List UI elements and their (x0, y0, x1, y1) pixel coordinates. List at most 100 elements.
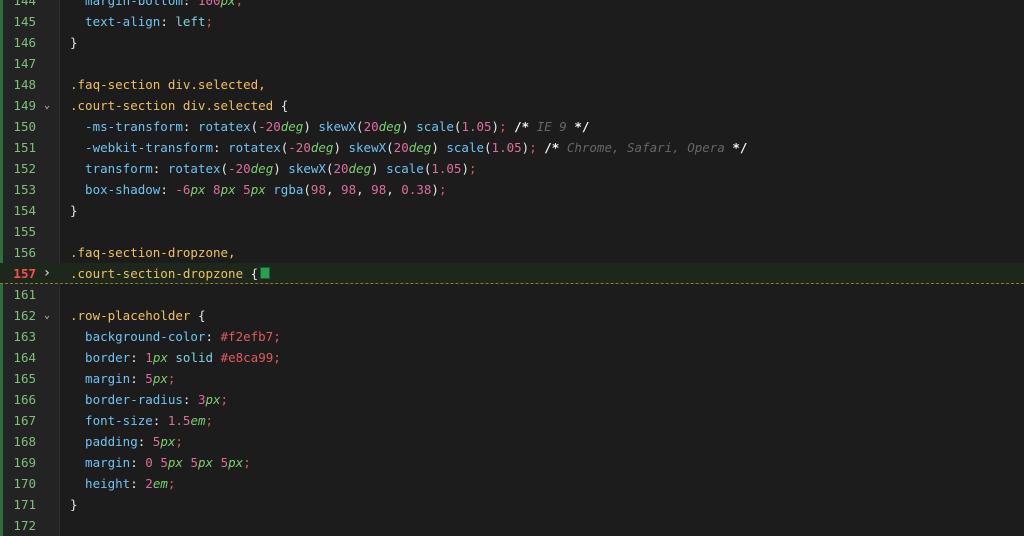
line-number: 144 (13, 0, 36, 8)
code-line[interactable]: 165 margin: 5px; (0, 368, 1024, 389)
code-text[interactable]: } (70, 494, 78, 515)
code-text[interactable]: .court-section div.selected { (70, 95, 288, 116)
code-token: px (152, 350, 168, 365)
code-line[interactable]: 148 .faq-section div.selected, (0, 74, 1024, 95)
code-token: 5 (220, 455, 229, 470)
code-text[interactable]: margin: 5px; (70, 368, 175, 389)
code-token: 98 (341, 182, 357, 197)
code-text[interactable]: text-align: left; (70, 11, 213, 32)
code-token: -6 (175, 182, 191, 197)
code-token: ( (484, 140, 492, 155)
code-line[interactable]: 150 -ms-transform: rotatex(-20deg) skewX… (0, 116, 1024, 137)
code-editor[interactable]: 144 margin-bottom: 100px; 145 text-align:… (0, 0, 1024, 536)
fold-chevron-down-icon[interactable]: ⌄ (42, 95, 52, 116)
code-text[interactable]: .faq-section-dropzone, (70, 242, 236, 263)
code-token: skewX (348, 140, 387, 155)
code-line[interactable]: 157 › .court-section-dropzone { (0, 263, 1024, 284)
code-line[interactable]: 155 (0, 221, 1024, 242)
code-line[interactable]: 153 box-shadow: -6px 8px 5px rgba(98, 98… (0, 179, 1024, 200)
line-number: 171 (13, 497, 36, 512)
code-line[interactable]: 146} (0, 32, 1024, 53)
code-line[interactable]: 161 (0, 284, 1024, 305)
code-token: { (190, 308, 206, 323)
code-token: skewX (288, 161, 326, 176)
code-token: ) (461, 161, 469, 176)
code-token: : (130, 455, 146, 470)
line-number: 166 (13, 392, 36, 407)
code-token: 20 (363, 119, 379, 134)
code-line[interactable]: 169 margin: 0 5px 5px 5px; (0, 452, 1024, 473)
code-line[interactable]: 147 (0, 53, 1024, 74)
line-number: 145 (13, 14, 36, 29)
code-line[interactable]: 168 padding: 5px; (0, 431, 1024, 452)
code-token: height (70, 476, 131, 491)
code-line[interactable]: 163 background-color: #f2efb7; (0, 326, 1024, 347)
code-token: px (220, 0, 236, 8)
code-text[interactable]: } (70, 32, 78, 53)
code-token: border (70, 350, 131, 365)
code-line[interactable]: 162 ⌄ .row-placeholder { (0, 305, 1024, 326)
line-number: 164 (13, 350, 36, 365)
code-token: { (243, 266, 259, 281)
code-token: ; (175, 434, 183, 449)
code-line[interactable]: 144 margin-bottom: 100px; (0, 0, 1024, 11)
code-token: .faq-section div.selected, (70, 77, 266, 92)
code-text[interactable]: height: 2em; (70, 473, 175, 494)
code-token: deg (280, 119, 304, 134)
code-line[interactable]: 170 height: 2em; (0, 473, 1024, 494)
code-text[interactable]: margin: 0 5px 5px 5px; (70, 452, 251, 473)
code-text[interactable]: } (70, 200, 78, 221)
code-token: ; (499, 119, 507, 134)
code-token: px (205, 392, 221, 407)
code-line[interactable]: 151 -webkit-transform: rotatex(-20deg) s… (0, 137, 1024, 158)
code-line[interactable]: 171} (0, 494, 1024, 515)
code-text[interactable]: transform: rotatex(-20deg) skewX(20deg) … (70, 158, 476, 179)
code-token: : (130, 350, 146, 365)
code-token: px (198, 455, 214, 470)
code-line[interactable]: 167 font-size: 1.5em; (0, 410, 1024, 431)
code-text[interactable]: -webkit-transform: rotatex(-20deg) skewX… (70, 137, 747, 158)
code-text[interactable]: .faq-section div.selected, (70, 74, 266, 95)
code-token: 5 (160, 455, 168, 470)
code-token: ; (273, 350, 281, 365)
code-text[interactable]: border: 1px solid #e8ca99; (70, 347, 281, 368)
code-token: 0 (145, 455, 153, 470)
code-token: : (130, 476, 146, 491)
code-line[interactable]: 166 border-radius: 3px; (0, 389, 1024, 410)
code-token: margin (70, 455, 131, 470)
code-line[interactable]: 172 (0, 515, 1024, 536)
code-line[interactable]: 152 transform: rotatex(-20deg) skewX(20d… (0, 158, 1024, 179)
code-line[interactable]: 149 ⌄ .court-section div.selected { (0, 95, 1024, 116)
code-line[interactable]: 145 text-align: left; (0, 11, 1024, 32)
code-text[interactable]: margin-bottom: 100px; (70, 0, 243, 11)
code-token: deg (348, 161, 372, 176)
code-text[interactable]: font-size: 1.5em; (70, 410, 213, 431)
code-line[interactable]: 154} (0, 200, 1024, 221)
code-token: } (70, 35, 78, 50)
code-token: 1 (145, 350, 153, 365)
fold-chevron-down-icon[interactable]: ⌄ (42, 305, 52, 326)
code-text[interactable]: -ms-transform: rotatex(-20deg) skewX(20d… (70, 116, 589, 137)
code-text[interactable]: background-color: #f2efb7; (70, 326, 281, 347)
code-token: px (167, 455, 183, 470)
line-number: 163 (13, 329, 36, 344)
code-token: 0.38 (401, 182, 432, 197)
code-text[interactable]: border-radius: 3px; (70, 389, 228, 410)
code-text[interactable]: padding: 5px; (70, 431, 183, 452)
code-token: deg (310, 140, 334, 155)
code-token: px (220, 182, 236, 197)
code-token: ; (243, 455, 251, 470)
folded-region-icon[interactable] (260, 267, 271, 279)
code-text[interactable]: .row-placeholder { (70, 305, 205, 326)
code-token: px (250, 182, 266, 197)
fold-chevron-right-icon[interactable]: › (42, 263, 52, 284)
code-line[interactable]: 156 .faq-section-dropzone, (0, 242, 1024, 263)
code-line[interactable]: 164 border: 1px solid #e8ca99; (0, 347, 1024, 368)
code-token: px (190, 182, 206, 197)
line-number: 161 (13, 287, 36, 302)
code-token: IE 9 (529, 119, 575, 134)
code-token: ; (438, 182, 447, 197)
code-token: -20 (288, 140, 311, 155)
code-text[interactable]: box-shadow: -6px 8px 5px rgba(98, 98, 98… (70, 179, 446, 200)
code-text[interactable]: .court-section-dropzone { (70, 263, 271, 284)
